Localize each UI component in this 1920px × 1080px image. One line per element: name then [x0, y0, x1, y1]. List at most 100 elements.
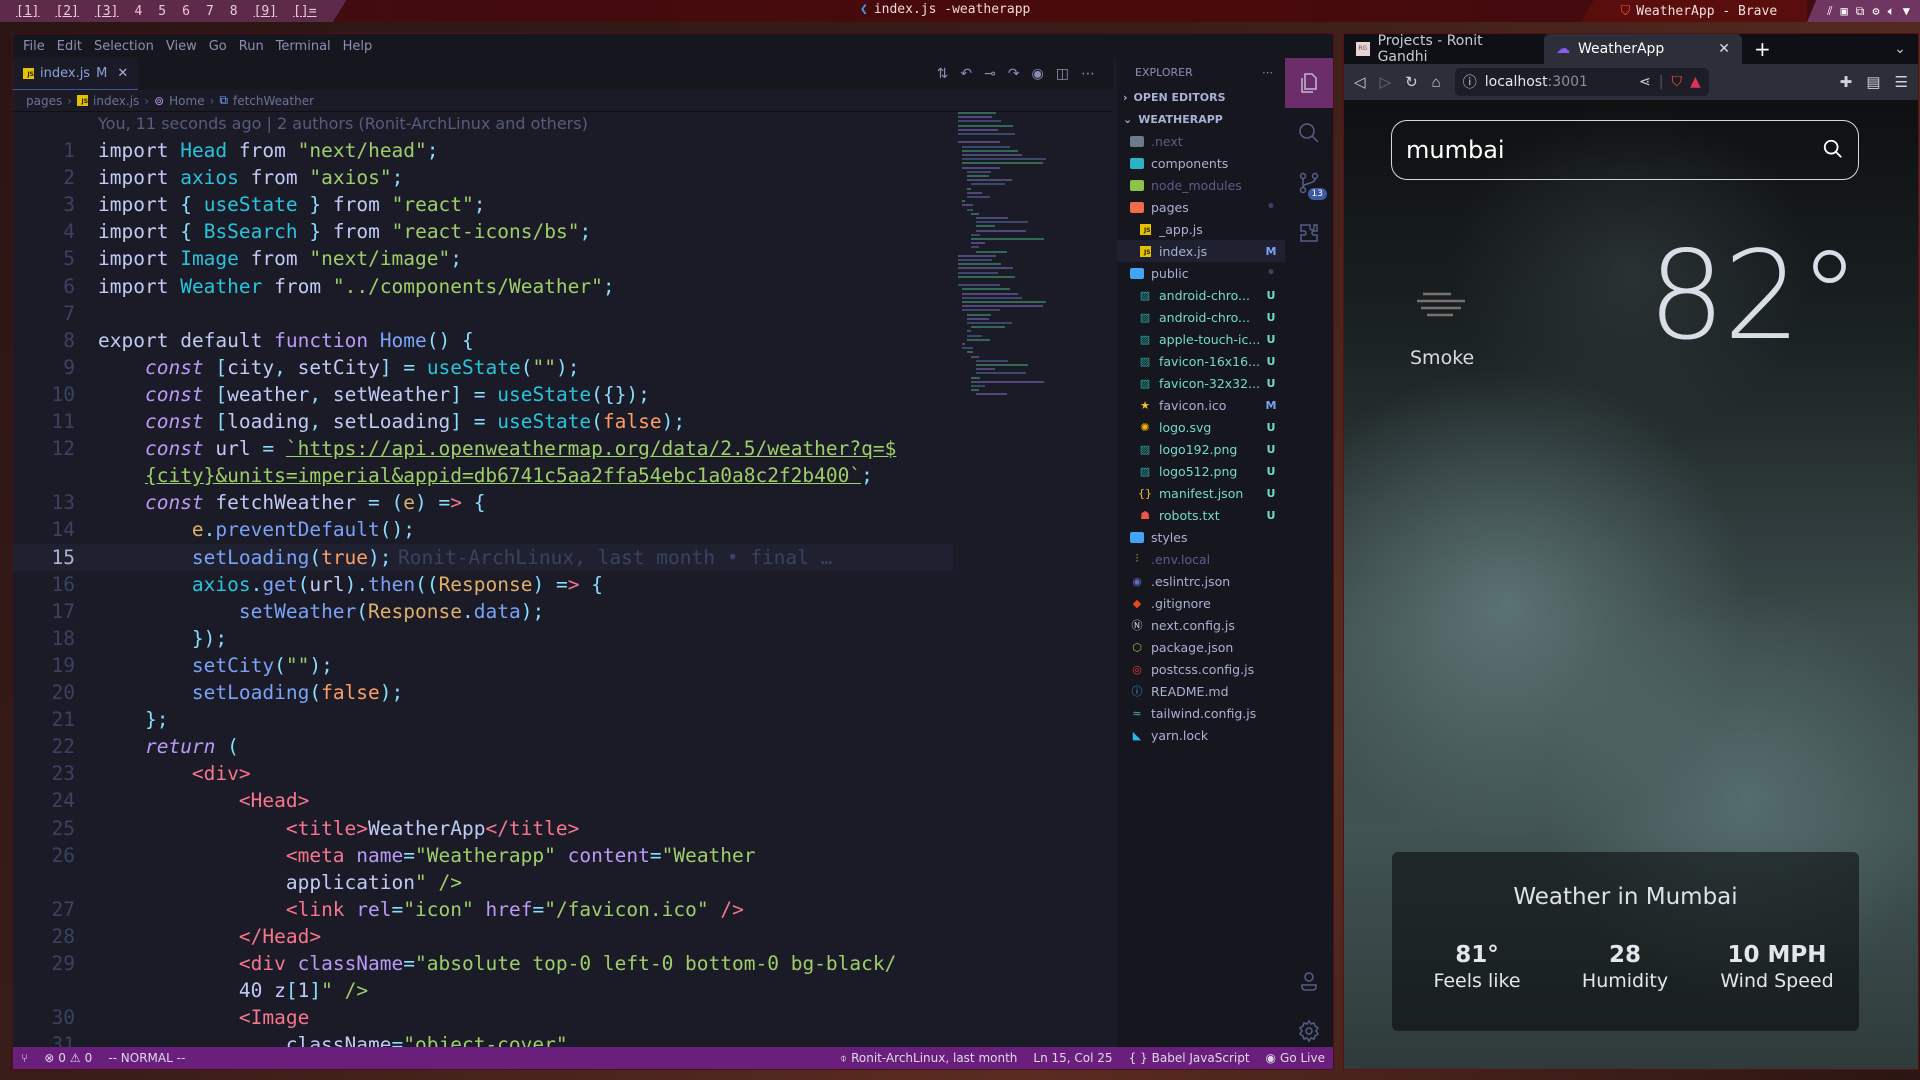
code-line[interactable]: application" /> [13, 869, 953, 896]
git-blame-header[interactable]: You, 11 seconds ago | 2 authors (Ronit-A… [98, 114, 588, 133]
tree-file[interactable]: ☗ robots.txt U [1117, 504, 1285, 526]
menu-terminal[interactable]: Terminal [270, 39, 337, 54]
cursor-position[interactable]: Ln 15, Col 25 [1025, 1051, 1120, 1066]
code-line[interactable]: 16 axios.get(url).then((Response) => { [13, 571, 953, 598]
activity-extensions[interactable] [1285, 208, 1333, 258]
code-line[interactable]: 8 export default function Home() { [13, 327, 953, 354]
search-button[interactable] [1822, 138, 1844, 163]
workspace-tag[interactable]: 8 [222, 4, 246, 19]
menu-selection[interactable]: Selection [88, 39, 160, 54]
tree-file[interactable]: ⬡ package.json [1117, 636, 1285, 658]
explorer-more-icon[interactable]: ⋯ [1262, 66, 1273, 79]
code-line[interactable]: 22 return ( [13, 733, 953, 760]
tree-file[interactable]: ◆ .gitignore [1117, 592, 1285, 614]
workspace-tag[interactable]: 6 [174, 4, 198, 19]
tree-file[interactable]: ⓘ README.md [1117, 680, 1285, 702]
close-tab-icon[interactable]: ✕ [1718, 41, 1730, 57]
code-line[interactable]: 21 }; [13, 706, 953, 733]
menu-icon[interactable]: ☰ [1895, 73, 1908, 91]
code-line[interactable]: 17 setWeather(Response.data); [13, 598, 953, 625]
code-line[interactable]: 10 const [weather, setWeather] = useStat… [13, 381, 953, 408]
code-line[interactable]: 25 <title>WeatherApp</title> [13, 815, 953, 842]
code-line[interactable]: 26 <meta name="Weatherapp" content="Weat… [13, 842, 953, 869]
next-change-icon[interactable]: ↷ [1008, 66, 1020, 82]
browser-tab-weatherapp[interactable]: ☁ WeatherApp ✕ [1544, 34, 1742, 64]
language-mode[interactable]: { } Babel JavaScript [1121, 1051, 1258, 1066]
code-line[interactable]: 19 setCity(""); [13, 652, 953, 679]
code-line[interactable]: 2 import axios from "axios"; [13, 164, 953, 191]
wallet-icon[interactable]: ▤ [1866, 73, 1880, 91]
code-line[interactable]: 4 import { BsSearch } from "react-icons/b… [13, 218, 953, 245]
workspace-tag[interactable]: 7 [198, 4, 222, 19]
remote-indicator[interactable]: ⑂ [13, 1051, 36, 1065]
tree-folder[interactable]: components [1117, 152, 1285, 174]
breadcrumb-file[interactable]: index.js [93, 94, 139, 108]
tree-file[interactable]: ▨ android-chro... U [1117, 306, 1285, 328]
minimap[interactable] [958, 112, 1098, 402]
tree-file[interactable]: JS _app.js [1117, 218, 1285, 240]
tree-file[interactable]: ▨ apple-touch-ic... U [1117, 328, 1285, 350]
tree-folder[interactable]: .next [1117, 130, 1285, 152]
code-line[interactable]: 15 setLoading(true); Ronit-ArchLinux, las… [13, 543, 953, 571]
tray-screen-icon[interactable]: ⧉ [1856, 4, 1865, 19]
breadcrumb-function[interactable]: Home [169, 94, 204, 108]
brave-rewards-icon[interactable]: ▲ [1690, 74, 1701, 90]
code-line[interactable]: 24 <Head> [13, 787, 953, 814]
tree-file[interactable]: ✺ logo.svg U [1117, 416, 1285, 438]
code-line[interactable]: 28 </Head> [13, 923, 953, 950]
forward-icon[interactable]: ▷ [1380, 73, 1392, 91]
open-editors-section[interactable]: › OPEN EDITORS [1117, 86, 1285, 108]
tree-folder[interactable]: styles [1117, 526, 1285, 548]
project-section[interactable]: ⌄ WEATHERAPP [1117, 108, 1285, 130]
activity-source-control[interactable]: 13 [1285, 158, 1333, 208]
brave-shields-icon[interactable]: ⛉ [1671, 74, 1682, 90]
tree-file[interactable]: ◣ yarn.lock [1117, 724, 1285, 746]
tree-file[interactable]: {} manifest.json U [1117, 482, 1285, 504]
code-line[interactable]: 5 import Image from "next/image"; [13, 245, 953, 272]
city-search-input[interactable] [1406, 136, 1822, 164]
menu-view[interactable]: View [160, 39, 203, 54]
extensions-icon[interactable]: ✚ [1840, 73, 1853, 91]
code-line[interactable]: 31 className="object-cover" [13, 1031, 953, 1047]
tab-index-js[interactable]: JS index.js M ✕ [13, 58, 139, 90]
workspace-tag[interactable]: 4 [126, 4, 150, 19]
back-icon[interactable]: ◁ [1354, 73, 1366, 91]
share-icon[interactable]: ⋖ [1639, 74, 1651, 90]
tray-settings-icon[interactable]: ⚙ [1872, 4, 1879, 18]
code-line[interactable]: 1 import Head from "next/head"; [13, 137, 953, 164]
code-line[interactable]: 27 <link rel="icon" href="/favicon.ico" … [13, 896, 953, 923]
menu-file[interactable]: File [17, 39, 51, 54]
reload-icon[interactable]: ↻ [1405, 73, 1418, 91]
close-tab-icon[interactable]: ✕ [117, 66, 128, 81]
site-info-icon[interactable]: ⓘ [1463, 72, 1477, 92]
code-line[interactable]: 3 import { useState } from "react"; [13, 191, 953, 218]
code-line[interactable]: 11 const [loading, setLoading] = useStat… [13, 408, 953, 435]
tray-image-icon[interactable]: ▣ [1841, 4, 1848, 18]
tray-volume-icon[interactable]: 🔈︎ [1888, 4, 1895, 19]
compare-changes-icon[interactable]: ⇅ [937, 66, 949, 82]
code-line[interactable]: 30 <Image [13, 1004, 953, 1031]
code-line[interactable]: 12 const url = `https://api.openweatherm… [13, 435, 953, 462]
more-actions-icon[interactable]: ⋯ [1081, 66, 1095, 82]
tab-list-button[interactable]: ⌄ [1882, 34, 1918, 64]
code-line[interactable]: 23 <div> [13, 760, 953, 787]
code-line[interactable]: 13 const fetchWeather = (e) => { [13, 489, 953, 516]
previous-change-icon[interactable]: ↶ [960, 66, 972, 82]
tree-file[interactable]: ⫶ .env.local [1117, 548, 1285, 570]
tree-file[interactable]: ≈ tailwind.config.js [1117, 702, 1285, 724]
breadcrumb-pages[interactable]: pages [26, 94, 62, 108]
tree-file[interactable]: ▨ logo192.png U [1117, 438, 1285, 460]
workspace-tag[interactable]: [9] [246, 4, 285, 19]
workspace-tag[interactable]: [2] [47, 4, 86, 19]
go-live-button[interactable]: ◉ Go Live [1258, 1051, 1333, 1066]
tree-file[interactable]: ◎ postcss.config.js [1117, 658, 1285, 680]
code-line[interactable]: 29 <div className="absolute top-0 left-0… [13, 950, 953, 977]
workspace-tag[interactable]: [1] [8, 4, 47, 19]
code-line[interactable]: {city}&units=imperial&appid=db6741c5aa2f… [13, 462, 953, 489]
tree-file[interactable]: ★ favicon.ico M [1117, 394, 1285, 416]
code-editor[interactable]: You, 11 seconds ago | 2 authors (Ronit-A… [13, 112, 1113, 1047]
tree-folder[interactable]: pages • [1117, 196, 1285, 218]
git-blame-status[interactable]: ⌽ Ronit-ArchLinux, last month [832, 1051, 1026, 1066]
activity-search[interactable] [1285, 108, 1333, 158]
git-commit-icon[interactable]: ⊸ [984, 66, 996, 82]
